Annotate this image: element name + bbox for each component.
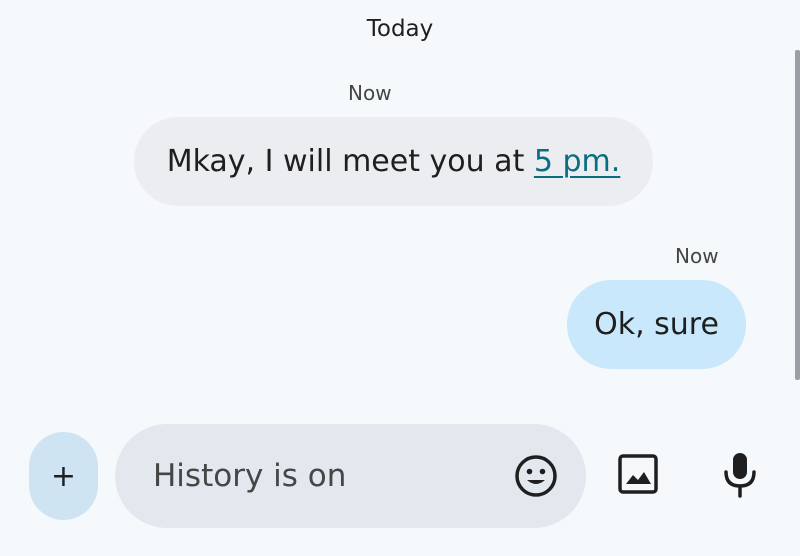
outgoing-message-text: Ok, sure — [594, 307, 719, 342]
message-composer — [115, 424, 586, 528]
incoming-message-bubble[interactable]: Mkay, I will meet you at 5 pm. — [134, 117, 653, 206]
voice-button[interactable] — [721, 451, 759, 499]
mic-icon — [724, 453, 756, 498]
outgoing-message-timestamp: Now — [675, 244, 719, 268]
outgoing-message-bubble[interactable]: Ok, sure — [567, 280, 746, 369]
message-input[interactable] — [153, 450, 493, 502]
incoming-message-text: Mkay, I will meet you at — [166, 144, 534, 179]
emoji-button[interactable] — [513, 453, 559, 499]
emoji-icon — [515, 455, 557, 497]
attach-button[interactable]: + — [29, 432, 98, 520]
date-header: Today — [366, 16, 434, 42]
time-link[interactable]: 5 pm. — [534, 144, 620, 179]
scrollbar[interactable] — [795, 50, 800, 380]
gallery-button[interactable] — [617, 453, 659, 495]
image-icon — [618, 454, 658, 494]
plus-icon: + — [50, 458, 77, 494]
incoming-message-timestamp: Now — [348, 81, 392, 105]
